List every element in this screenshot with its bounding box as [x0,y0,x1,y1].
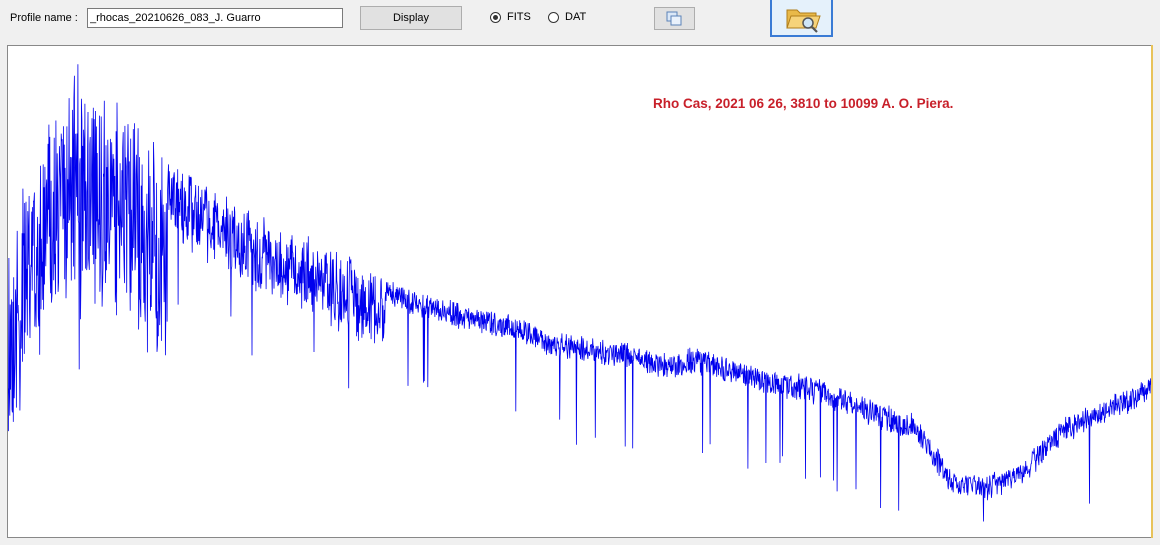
display-button[interactable]: Display [360,6,462,30]
fits-radio[interactable]: FITS [490,11,531,23]
copy-button[interactable] [654,7,695,30]
plot-right-edge [1151,45,1153,538]
spectrum-line [8,64,1151,522]
profile-name-label: Profile name : [10,12,78,24]
spectrum-plot [7,45,1152,538]
profile-name-input[interactable] [87,8,343,28]
dat-radio-dot[interactable] [548,11,559,23]
toolbar: Profile name : Display FITS DAT [0,0,1160,44]
copy-icon [666,11,682,26]
open-folder-search-icon [786,9,821,33]
dat-radio-label: DAT [565,11,587,23]
fits-radio-dot[interactable] [490,11,501,23]
spectrum-series [8,64,1151,522]
open-file-button[interactable] [770,0,833,37]
dat-radio[interactable]: DAT [548,11,586,23]
plot-title: Rho Cas, 2021 06 26, 3810 to 10099 A. O.… [653,96,954,111]
fits-radio-label: FITS [507,11,531,23]
